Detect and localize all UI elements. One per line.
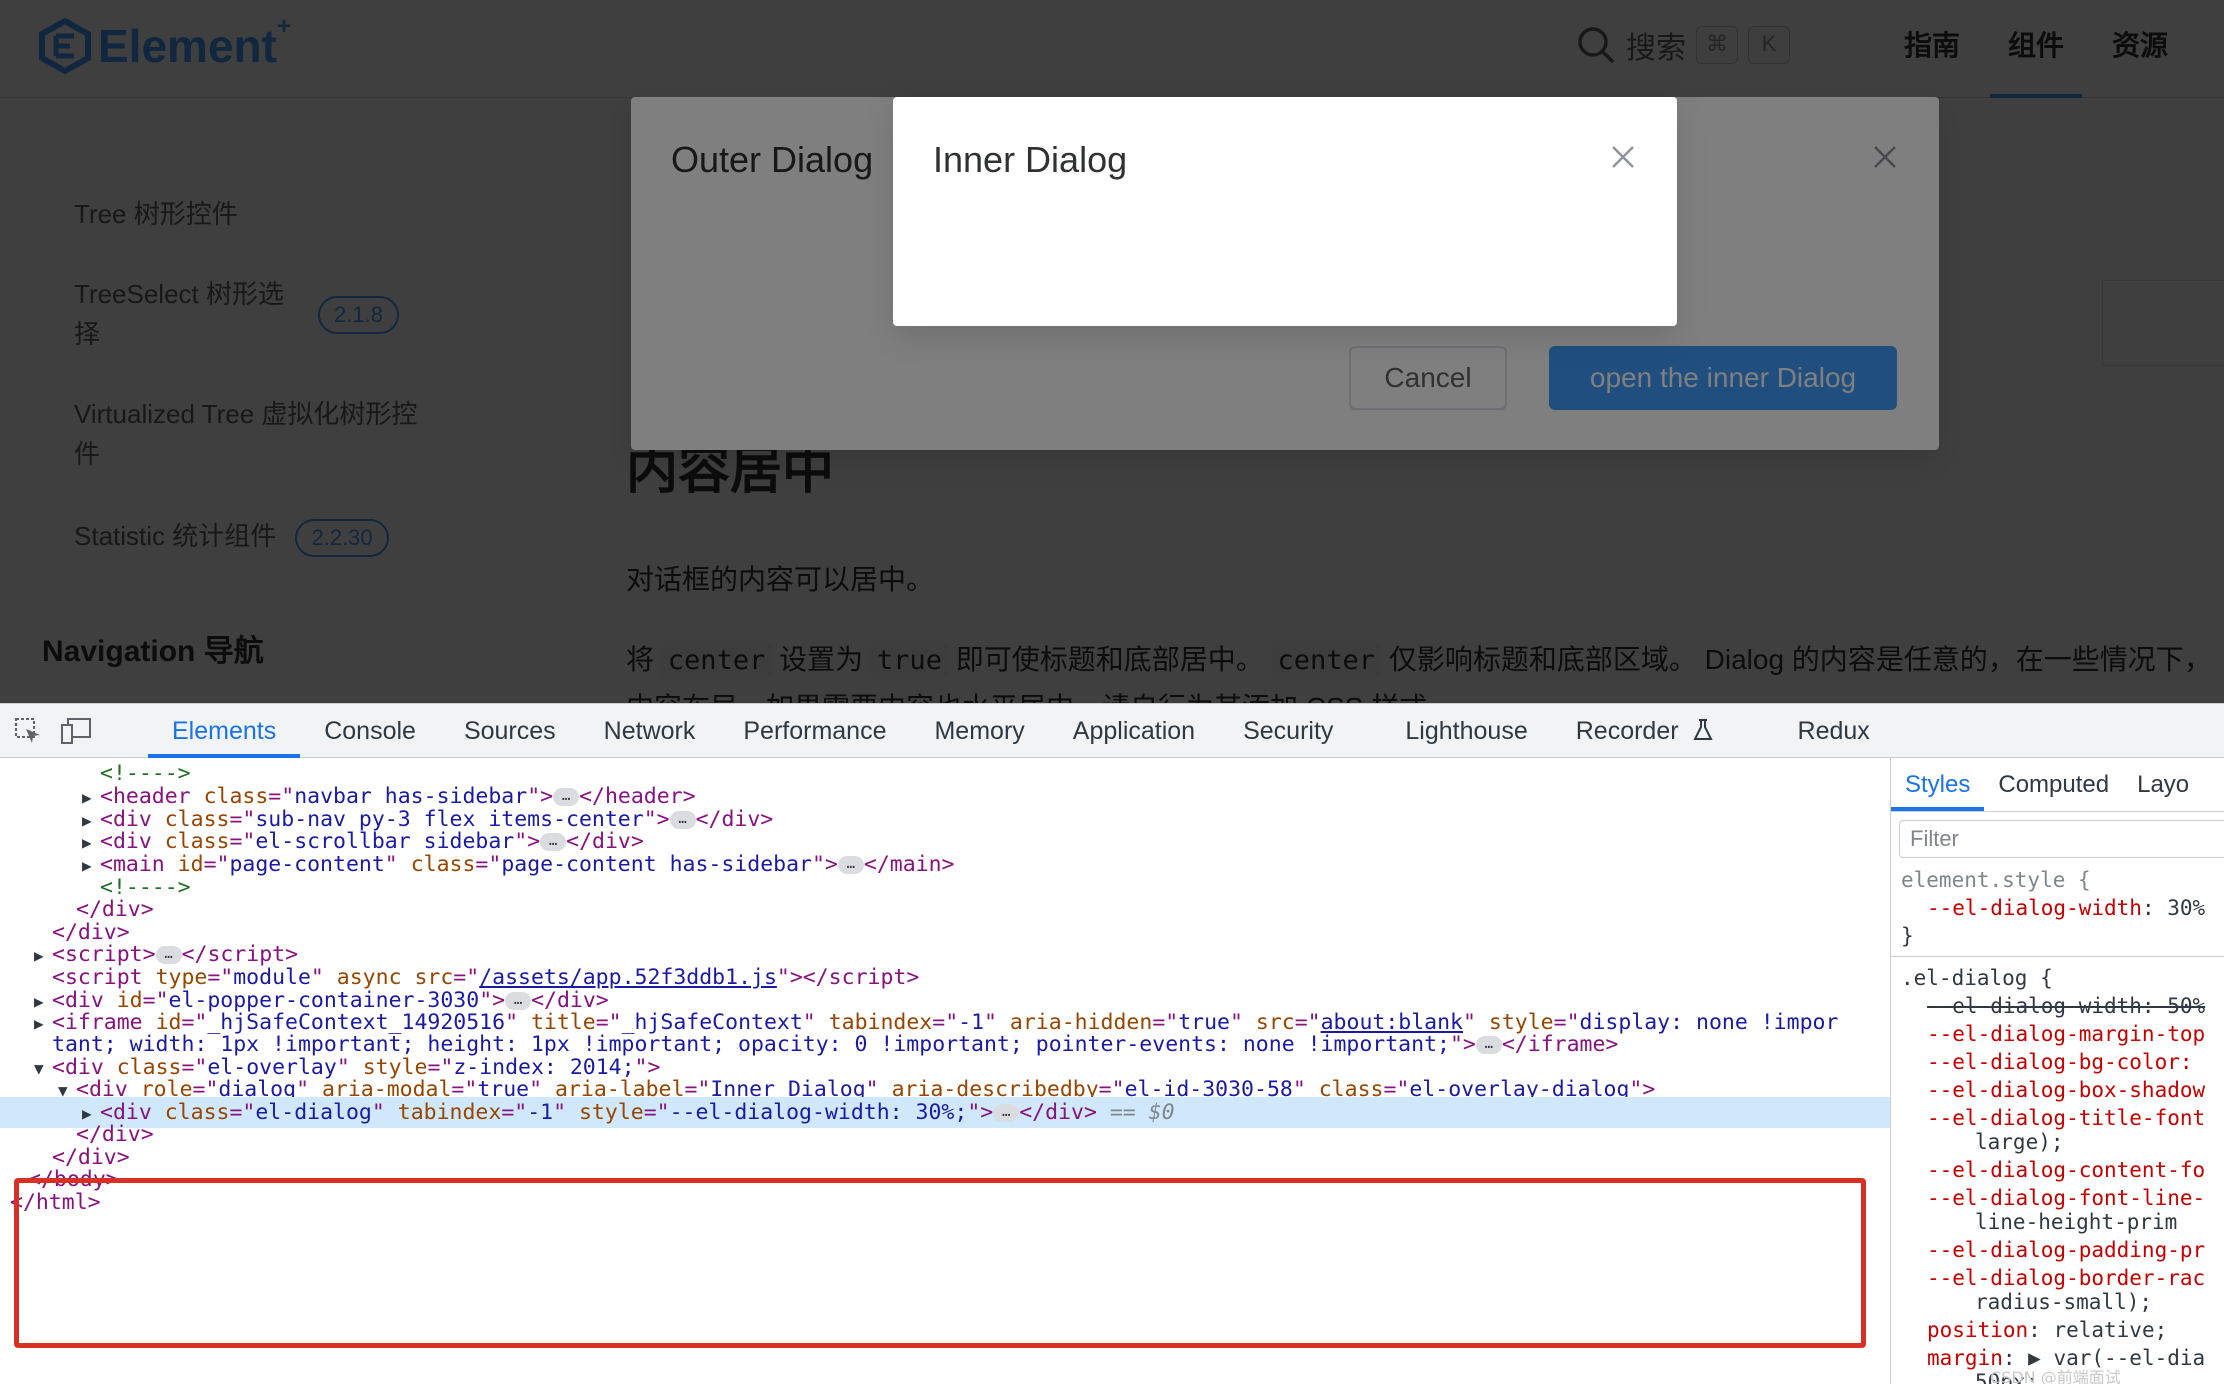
tab-lighthouse[interactable]: Lighthouse [1381, 704, 1551, 758]
style-declaration[interactable]: --el-dialog-padding-pr [1927, 1236, 2205, 1264]
devtools-toolbar: Elements Console Sources Network Perform… [0, 704, 2224, 758]
tab-sources[interactable]: Sources [440, 704, 580, 758]
inner-dialog: Inner Dialog [893, 97, 1677, 326]
style-value-wrap: radius-small); [1975, 1290, 2153, 1314]
style-value-wrap: line-height-prim [1975, 1210, 2178, 1234]
style-rule-close: } [1901, 924, 1914, 948]
style-declaration[interactable]: position: relative; [1927, 1316, 2167, 1344]
styles-panel: Styles Computed Layo Filter element.styl… [1890, 758, 2224, 1384]
docs-page: Element+ 搜索 ⌘ K 指南 组件 资源 Tree 树形控件 TreeS… [0, 0, 2224, 703]
highlight-annotation-box [14, 1178, 1866, 1348]
style-rule-selector: .el-dialog { [1901, 966, 2053, 990]
style-declaration[interactable]: --el-dialog-width: 30% [1927, 894, 2205, 922]
tab-performance[interactable]: Performance [719, 704, 910, 758]
close-icon[interactable] [1609, 143, 1637, 171]
watermark: CSDN @前端面试 [1990, 1368, 2121, 1384]
devtools-tabs: Elements Console Sources Network Perform… [148, 704, 1894, 758]
tab-security[interactable]: Security [1219, 704, 1381, 758]
style-declaration[interactable]: --el-dialog-bg-color: [1927, 1048, 2193, 1076]
style-declaration[interactable]: --el-dialog-content-fo [1927, 1156, 2205, 1184]
style-rule-selector: element.style { [1901, 868, 2091, 892]
styles-filter-input[interactable]: Filter [1899, 820, 2224, 858]
style-declaration[interactable]: --el-dialog-box-shadow [1927, 1076, 2205, 1104]
inner-dialog-title: Inner Dialog [933, 139, 1128, 180]
tab-console[interactable]: Console [300, 704, 440, 758]
flask-icon [1692, 718, 1713, 740]
tab-styles[interactable]: Styles [1891, 758, 1985, 811]
tab-memory[interactable]: Memory [910, 704, 1048, 758]
tab-application[interactable]: Application [1049, 704, 1219, 758]
tab-elements[interactable]: Elements [148, 704, 301, 758]
styles-tabs: Styles Computed Layo [1891, 758, 2224, 812]
inspect-element-icon[interactable] [8, 711, 48, 751]
tab-recorder[interactable]: Recorder [1552, 704, 1774, 758]
style-value-wrap: large); [1975, 1130, 2064, 1154]
tab-computed[interactable]: Computed [1984, 758, 2123, 811]
device-toolbar-icon[interactable] [56, 711, 96, 751]
style-declaration-overridden[interactable]: --el-dialog-width: 50% [1927, 992, 2205, 1020]
tab-network[interactable]: Network [580, 704, 720, 758]
style-declaration[interactable]: --el-dialog-margin-top [1927, 1020, 2205, 1048]
style-declaration[interactable]: --el-dialog-title-font [1927, 1104, 2205, 1132]
divider [1891, 956, 2224, 957]
tab-redux[interactable]: Redux [1774, 704, 1894, 758]
tab-layout[interactable]: Layo [2123, 758, 2203, 811]
